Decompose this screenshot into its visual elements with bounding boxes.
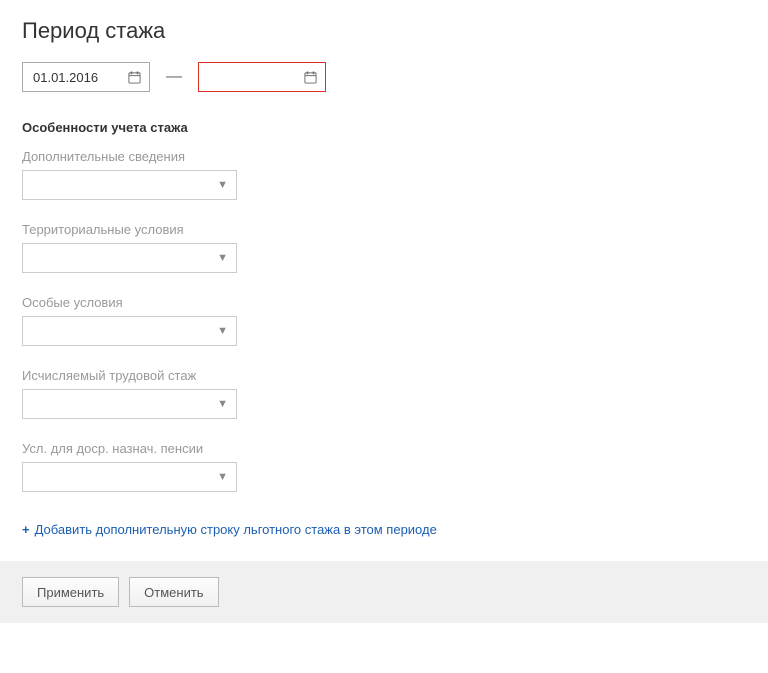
field-label: Исчисляемый трудовой стаж [22,368,746,383]
calculated-select[interactable]: ▼ [22,389,237,419]
early-pension-select[interactable]: ▼ [22,462,237,492]
chevron-down-icon: ▼ [217,325,228,337]
section-title: Особенности учета стажа [22,120,746,135]
cancel-button[interactable]: Отменить [129,577,218,607]
calendar-icon[interactable] [304,71,317,84]
date-to-input[interactable] [198,62,326,92]
date-from-input[interactable] [22,62,150,92]
additional-info-select[interactable]: ▼ [22,170,237,200]
date-range-dash: — [164,68,184,86]
calendar-icon[interactable] [128,71,141,84]
field-additional-info: Дополнительные сведения ▼ [22,149,746,200]
field-special: Особые условия ▼ [22,295,746,346]
chevron-down-icon: ▼ [217,179,228,191]
chevron-down-icon: ▼ [217,252,228,264]
chevron-down-icon: ▼ [217,471,228,483]
field-territorial: Территориальные условия ▼ [22,222,746,273]
field-calculated: Исчисляемый трудовой стаж ▼ [22,368,746,419]
apply-button[interactable]: Применить [22,577,119,607]
footer-bar: Применить Отменить [0,561,768,623]
add-row-label: Добавить дополнительную строку льготного… [35,522,437,537]
date-range-row: — [22,62,746,92]
chevron-down-icon: ▼ [217,398,228,410]
territorial-select[interactable]: ▼ [22,243,237,273]
plus-icon: + [22,522,30,537]
special-select[interactable]: ▼ [22,316,237,346]
field-label: Дополнительные сведения [22,149,746,164]
field-early-pension: Усл. для доср. назнач. пенсии ▼ [22,441,746,492]
page-title: Период стажа [22,18,746,44]
add-row-link[interactable]: + Добавить дополнительную строку льготно… [22,522,437,537]
date-from-field[interactable] [31,69,111,86]
field-label: Особые условия [22,295,746,310]
date-to-field[interactable] [207,69,287,86]
field-label: Территориальные условия [22,222,746,237]
field-label: Усл. для доср. назнач. пенсии [22,441,746,456]
